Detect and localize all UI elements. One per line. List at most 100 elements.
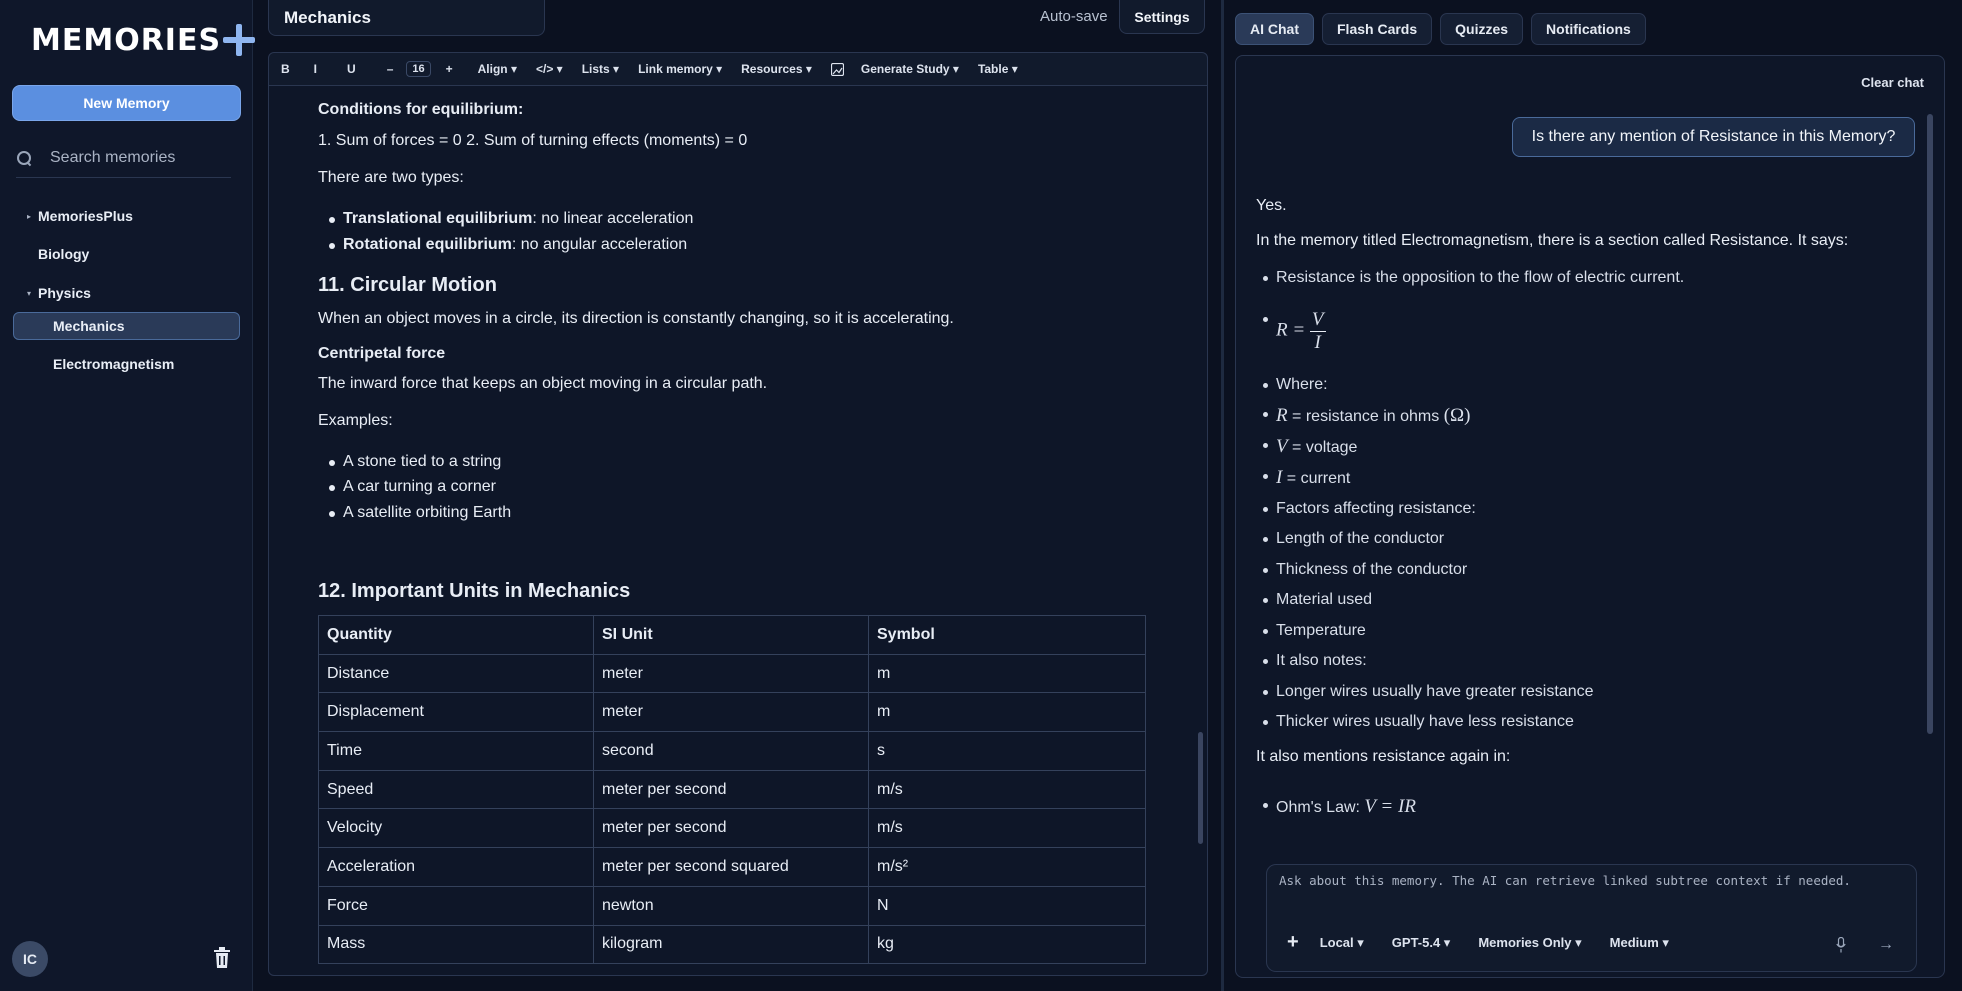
table-cell[interactable]: m/s² [868, 847, 1146, 887]
model-select[interactable]: GPT-5.4 ▾ [1392, 935, 1451, 951]
table-row: Force newton N [318, 885, 1146, 926]
table-cell[interactable]: Velocity [318, 808, 594, 849]
app-logo[interactable]: MEMORIES [31, 22, 256, 58]
table-cell[interactable]: m/s [868, 808, 1146, 849]
symbol-definition: = voltage [1287, 439, 1358, 456]
table-cell[interactable]: Acceleration [318, 847, 594, 887]
table-cell[interactable]: m [868, 653, 1146, 694]
chat-scrollbar[interactable] [1927, 114, 1933, 734]
answer-bullet: Thicker wires usually have less resistan… [1263, 713, 1574, 730]
paragraph-equilibrium: 1. Sum of forces = 0 2. Sum of turning e… [318, 132, 748, 149]
math-symbol: (Ω) [1443, 405, 1471, 426]
formula-fraction: V I [1309, 310, 1326, 353]
table-cell[interactable]: newton [593, 885, 869, 926]
increase-font-button[interactable]: + [446, 62, 453, 76]
user-avatar[interactable]: IC [12, 941, 48, 977]
align-menu[interactable]: Align ▾ [478, 62, 517, 76]
table-cell[interactable]: Displacement [318, 692, 594, 733]
tab-quizzes[interactable]: Quizzes [1440, 13, 1524, 45]
table-row: Velocity meter per second m/s [318, 808, 1146, 849]
tree-item-physics[interactable]: ▾ Physics [0, 280, 91, 306]
tree-item-memoriesplus[interactable]: ▸ MemoriesPlus [0, 203, 133, 229]
scope-select[interactable]: Memories Only ▾ [1478, 935, 1581, 951]
table-cell[interactable]: meter per second [593, 769, 869, 810]
settings-button[interactable]: Settings [1119, 0, 1205, 34]
lists-menu[interactable]: Lists ▾ [582, 62, 619, 76]
paragraph-circular: When an object moves in a circle, its di… [318, 310, 954, 327]
tree-item-biology[interactable]: Biology [38, 241, 89, 267]
chat-panel: Clear chat Is there any mention of Resis… [1235, 55, 1945, 978]
formula-bullet: R = V I [1263, 310, 1326, 353]
tab-flash-cards[interactable]: Flash Cards [1322, 13, 1433, 45]
chat-input-box: + Local ▾ GPT-5.4 ▾ Memories Only ▾ Medi… [1266, 864, 1917, 972]
table-cell[interactable]: Mass [318, 924, 594, 965]
tab-notifications[interactable]: Notifications [1531, 13, 1646, 45]
editor-content[interactable]: Conditions for equilibrium: 1. Sum of fo… [268, 86, 1208, 976]
answer-bullet: Resistance is the opposition to the flow… [1262, 269, 1685, 286]
new-memory-button[interactable]: New Memory [12, 85, 241, 121]
table-cell[interactable]: meter per second [593, 808, 869, 849]
table-cell[interactable]: meter [593, 653, 869, 694]
table-cell[interactable]: kg [868, 924, 1146, 965]
table-cell[interactable]: kilogram [593, 924, 869, 965]
tree-item-label: Physics [38, 285, 91, 301]
tree-item-label: Biology [38, 246, 90, 262]
decrease-font-button[interactable]: – [387, 62, 394, 76]
link-memory-menu[interactable]: Link memory ▾ [638, 62, 722, 76]
answer-bullet: I = current [1262, 467, 1350, 489]
list-item: Rotational equilibrium: no angular accel… [328, 236, 687, 254]
table-row: Distance meter m [318, 653, 1146, 694]
resources-menu[interactable]: Resources ▾ [741, 62, 812, 76]
expand-caret-icon[interactable]: ▸ [21, 212, 37, 221]
collapse-caret-icon[interactable]: ▾ [21, 289, 37, 298]
table-cell[interactable]: N [868, 885, 1146, 926]
table-cell[interactable]: meter per second squared [593, 847, 869, 887]
font-size-field[interactable]: 16 [406, 61, 431, 77]
search-input[interactable] [50, 148, 225, 167]
clear-chat-button[interactable]: Clear chat [1861, 75, 1924, 90]
units-table[interactable]: Quantity SI Unit Symbol Distance meter m D… [318, 615, 1146, 965]
tree-item-electromagnetism[interactable]: Electromagnetism [53, 351, 174, 377]
table-menu[interactable]: Table ▾ [978, 62, 1018, 76]
underline-button[interactable]: U [347, 62, 356, 76]
tree-item-mechanics[interactable]: Mechanics [53, 313, 125, 339]
answer-bullet: R = resistance in ohms (Ω) [1262, 405, 1471, 427]
table-cell[interactable]: m/s [868, 769, 1146, 810]
answer-bullet: Thickness of the conductor [1262, 561, 1468, 578]
source-select[interactable]: Local ▾ [1320, 935, 1364, 951]
microphone-icon[interactable] [1836, 937, 1846, 953]
answer-bullet: It also notes: [1263, 652, 1367, 669]
tab-ai-chat[interactable]: AI Chat [1235, 13, 1314, 45]
attach-plus-button[interactable]: + [1287, 931, 1299, 954]
memory-title[interactable]: Mechanics [268, 0, 545, 36]
table-cell[interactable]: Distance [318, 653, 594, 694]
effort-select[interactable]: Medium ▾ [1610, 935, 1669, 951]
panel-divider[interactable] [1221, 0, 1224, 991]
answer-bullet: Temperature [1263, 622, 1366, 639]
table-cell[interactable]: Time [318, 731, 594, 771]
answer-line: Yes. [1256, 197, 1287, 214]
term-bold: Rotational equilibrium [343, 236, 512, 253]
table-cell[interactable]: s [868, 731, 1146, 771]
image-icon[interactable] [830, 62, 844, 76]
chat-input-controls: + Local ▾ GPT-5.4 ▾ Memories Only ▾ Medi… [1287, 931, 1697, 954]
send-arrow-icon[interactable]: → [1878, 936, 1894, 954]
bold-button[interactable]: B [281, 62, 290, 76]
table-cell[interactable]: Speed [318, 769, 594, 810]
table-cell[interactable]: Force [318, 885, 594, 926]
table-header-row: Quantity SI Unit Symbol [318, 615, 1146, 655]
italic-button[interactable]: I [314, 62, 317, 76]
trash-icon[interactable] [213, 947, 231, 969]
table-cell[interactable]: second [593, 731, 869, 771]
chat-input[interactable] [1279, 873, 1899, 888]
search-bar [16, 138, 231, 178]
table-cell[interactable]: m [868, 692, 1146, 733]
tree-item-label: MemoriesPlus [38, 208, 133, 224]
table-cell[interactable]: meter [593, 692, 869, 733]
code-menu[interactable]: </> ▾ [536, 62, 563, 76]
answer-line: In the memory titled Electromagnetism, t… [1256, 232, 1849, 249]
generate-study-menu[interactable]: Generate Study ▾ [861, 62, 959, 76]
editor-scrollbar[interactable] [1198, 732, 1203, 844]
heading-centripetal: Centripetal force [318, 345, 446, 362]
paragraph-types: There are two types: [318, 169, 464, 186]
